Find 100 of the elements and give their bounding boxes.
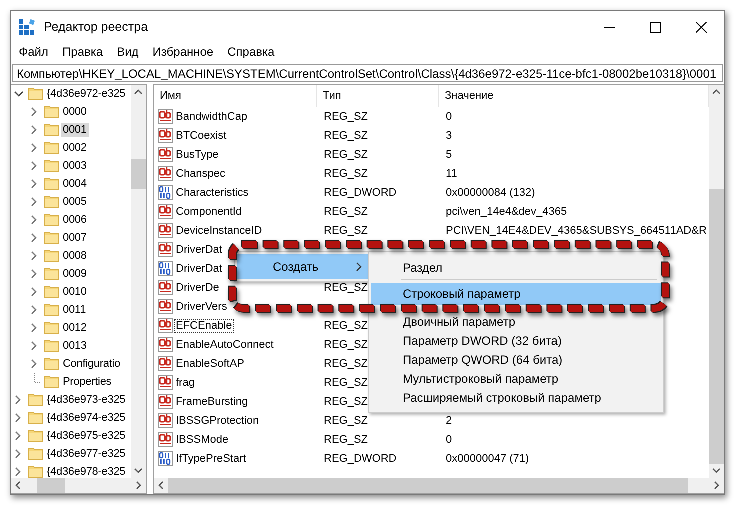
tree-item[interactable]: 0012 [61,321,89,335]
menu-item[interactable]: Файл [12,43,56,62]
value-data: 0x00000047 (71) [446,452,530,464]
menu-item[interactable]: Параметр QWORD (64 бита) [371,352,661,368]
value-type: REG_DWORD [324,186,397,198]
value-name[interactable]: Chanspec [175,168,227,180]
vertical-scrollbar[interactable] [131,85,146,478]
tree-item[interactable]: 0013 [61,339,89,353]
string-value-icon [158,242,173,257]
value-name[interactable]: BusType [175,148,220,160]
menu-item[interactable]: Создать [237,254,371,279]
value-name[interactable]: DriverDe [175,282,220,294]
tree-item[interactable]: {4d36e974-e325 [45,411,128,425]
value-name[interactable]: IBSSMode [175,434,230,446]
address-field[interactable]: Компьютер\HKEY_LOCAL_MACHINE\SYSTEM\CurrentControlSet\Control\Class\{4d36e972-e325-11ce-bfc1-08002be10318}\0001 [12,64,723,82]
tree-item[interactable]: {4d36e977-e325 [45,447,128,461]
menu-item[interactable]: Параметр DWORD (32 бита) [371,333,661,349]
string-value-icon [158,299,173,314]
binary-value-icon [158,261,173,276]
folder-icon [44,104,60,120]
value-name[interactable]: EFCEnable [175,320,234,332]
folder-icon [28,428,44,444]
folder-icon [44,230,60,246]
value-data: 0x00000084 (132) [446,186,536,198]
vertical-scrollbar[interactable] [709,85,724,478]
value-type: REG_SZ [324,130,368,142]
folder-icon [44,158,60,174]
string-value-icon [158,318,173,333]
tree-item[interactable]: Properties [61,375,114,389]
value-type: REG_SZ [324,206,368,218]
value-data: 3 [446,130,452,142]
scroll-thumb[interactable] [709,188,724,464]
value-data: 2 [446,414,452,426]
value-name[interactable]: EnableSoftAP [175,358,246,370]
tree-item[interactable]: 0003 [61,159,89,173]
folder-icon [44,374,60,390]
tree-item[interactable]: {4d36e978-e325 [45,465,128,478]
value-name[interactable]: DeviceInstanceID [175,224,264,236]
menu-item[interactable]: Справка [220,43,282,62]
folder-icon [44,284,60,300]
window-title: Редактор реестра [44,20,148,34]
value-name[interactable]: BTCoexist [175,130,228,142]
tree-item[interactable]: 0009 [61,267,89,281]
value-name[interactable]: IfTypePreStart [175,452,248,464]
value-name[interactable]: Characteristics [175,186,250,198]
value-name[interactable]: frag [175,376,196,388]
tree-item[interactable]: 0005 [61,195,89,209]
menu-item[interactable]: Строковый параметр [371,283,661,305]
tree-item[interactable]: 0006 [61,213,89,227]
tree-item[interactable]: 0010 [61,285,89,299]
value-type: REG_SZ [324,110,368,122]
value-name[interactable]: DriverVers [175,300,228,312]
tree-item[interactable]: 0001 [61,123,89,137]
value-name[interactable]: DriverDat [175,244,224,256]
column-header[interactable]: Имя [154,85,317,107]
scroll-thumb[interactable] [37,478,65,493]
tree-item[interactable]: 0000 [61,105,89,119]
value-name[interactable]: ComponentId [175,206,244,218]
value-type: REG_SZ [324,282,368,294]
menu-item[interactable]: Двоичный параметр [371,314,661,330]
value-type: REG_SZ [324,320,368,332]
tree-item[interactable]: {4d36e973-e325 [45,393,128,407]
menu-item[interactable]: Раздел [371,260,661,276]
folder-icon [28,86,44,102]
tree-item[interactable]: 0004 [61,177,89,191]
tree-item[interactable]: 0008 [61,249,89,263]
tree-item[interactable]: 0002 [61,141,89,155]
menu-item[interactable]: Расширяемый строковый параметр [371,390,661,406]
column-header[interactable]: Тип [317,85,439,107]
tree-item[interactable]: 0007 [61,231,89,245]
tree-item[interactable]: 0011 [61,303,88,317]
menu-item[interactable]: Избранное [146,43,221,62]
menu-item[interactable]: Вид [110,43,146,62]
horizontal-scrollbar[interactable] [11,478,146,493]
value-name[interactable]: FrameBursting [175,396,250,408]
menu-item[interactable]: Мультистроковый параметр [371,371,661,387]
tree-item[interactable]: Configuratio [61,357,123,371]
value-type: REG_DWORD [324,452,397,464]
folder-icon [28,464,44,478]
binary-value-icon [158,185,173,200]
tree-item[interactable]: {4d36e972-e325 [45,87,128,101]
value-type: REG_SZ [324,224,368,236]
folder-icon [44,140,60,156]
string-value-icon [158,223,173,238]
value-name[interactable]: EnableAutoConnect [175,338,275,350]
folder-icon [44,194,60,210]
value-name[interactable]: DriverDat [175,262,224,274]
binary-value-icon [158,451,173,466]
tree-item[interactable]: {4d36e975-e325 [45,429,128,443]
string-value-icon [158,432,173,447]
string-value-icon [158,128,173,143]
value-data: 11 [446,168,458,180]
scroll-thumb[interactable] [131,159,146,189]
value-type: REG_SZ [324,396,368,408]
folder-icon [44,320,60,336]
menu-item[interactable]: Правка [56,43,110,62]
value-name[interactable]: IBSSGProtection [175,414,260,426]
folder-icon [44,302,60,318]
value-type: REG_SZ [324,358,368,370]
value-name[interactable]: BandwidthCap [175,110,249,122]
